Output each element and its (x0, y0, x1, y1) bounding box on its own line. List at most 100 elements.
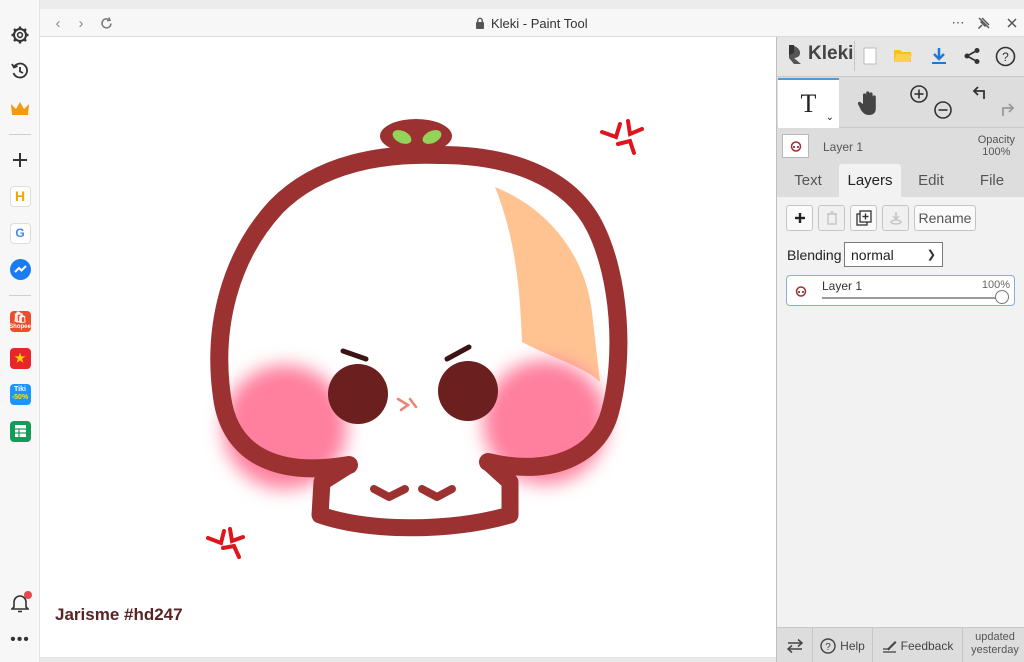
panel-footer: ? Help Feedback updated yesterday (777, 627, 1024, 662)
updated-status[interactable]: updated yesterday (965, 631, 1024, 657)
text-tool-icon: T (800, 89, 817, 118)
current-layer-header: Layer 1 Opacity 100% (777, 128, 1024, 164)
bottom-edge (40, 657, 776, 662)
settings-icon[interactable] (8, 23, 32, 47)
updated-line2: yesterday (971, 644, 1019, 656)
panel-header: Kleki ? (777, 37, 1024, 77)
kleki-logo-icon (789, 45, 801, 64)
lock-icon (476, 17, 484, 29)
layer-opacity-slider[interactable] (822, 297, 1007, 299)
shopee-icon[interactable]: 🛍 Shopee (8, 309, 32, 333)
layer-item-thumbnail (791, 282, 811, 300)
screen: H G 🛍 Shopee ★ Tiki -50% ••• ‹ › Kleki -… (0, 0, 1024, 662)
more-icon[interactable]: ⋯ (948, 13, 968, 33)
delete-layer-button[interactable] (818, 205, 845, 231)
opacity-readout: Opacity 100% (978, 134, 1015, 158)
reload-icon[interactable] (96, 13, 116, 33)
share-icon[interactable] (959, 43, 985, 69)
tiki-label: Tiki (14, 386, 26, 393)
layer-item-opacity: 100% (981, 279, 1010, 291)
layer-item-name: Layer 1 (822, 279, 863, 293)
tool-row: T ⌄ (777, 78, 1024, 128)
help-icon[interactable]: ? (992, 43, 1018, 69)
kleki-logo[interactable]: Kleki (785, 43, 853, 65)
back-icon[interactable]: ‹ (48, 13, 68, 33)
browser-toolbar: ‹ › Kleki - Paint Tool ⋯ (40, 9, 1024, 37)
messenger-icon[interactable] (8, 257, 32, 281)
layer-list-item[interactable]: Layer 1 100% (786, 275, 1015, 306)
redo-icon[interactable] (995, 100, 1015, 120)
more-apps-icon[interactable]: ••• (8, 628, 32, 652)
shopee-label: Shopee (9, 323, 31, 330)
tab-edit[interactable]: Edit (903, 164, 959, 197)
opacity-value: 100% (982, 146, 1011, 158)
zoom-controls (901, 78, 961, 128)
feedback-button[interactable]: Feedback (873, 628, 963, 662)
sheets-icon[interactable] (8, 419, 32, 443)
page-title: Kleki - Paint Tool (491, 15, 588, 31)
add-icon[interactable] (8, 148, 32, 172)
svg-text:?: ? (1002, 50, 1009, 64)
divider (9, 134, 31, 135)
feedback-icon (882, 641, 897, 653)
open-folder-icon[interactable] (890, 43, 916, 69)
tab-text[interactable]: Text (779, 164, 837, 197)
notification-bell-icon[interactable] (8, 591, 32, 615)
blending-select[interactable]: normal ❯ (844, 242, 943, 267)
right-eye (438, 361, 498, 421)
anger-mark-bottom (206, 527, 245, 559)
merge-layer-button[interactable] (882, 205, 909, 231)
duplicate-icon (855, 210, 872, 226)
undo-redo-controls (962, 78, 1024, 128)
left-eye (328, 364, 388, 424)
current-layer-name: Layer 1 (823, 140, 864, 154)
help-label: Help (840, 638, 865, 653)
hand-tool-button[interactable] (839, 78, 899, 128)
download-icon[interactable] (926, 43, 952, 69)
forward-icon[interactable]: › (71, 13, 91, 33)
updated-line1: updated (975, 631, 1015, 643)
zoom-in-icon[interactable] (909, 84, 929, 104)
blending-value: normal (851, 246, 894, 263)
layer-opacity-slider-handle[interactable] (995, 290, 1009, 304)
tiki-badge: -50% (11, 394, 29, 401)
divider (9, 295, 31, 296)
help-button[interactable]: ? Help (813, 628, 873, 662)
layer-thumbnail[interactable] (782, 134, 809, 158)
tab-layers[interactable]: Layers (839, 164, 901, 197)
zoom-out-icon[interactable] (933, 100, 953, 120)
notification-dot (24, 591, 32, 599)
logo-text: Kleki (808, 43, 854, 64)
close-icon[interactable] (1002, 13, 1022, 33)
pin-icon[interactable] (974, 13, 994, 33)
sprout-base (380, 119, 452, 153)
history-icon[interactable] (8, 59, 32, 83)
signature-text: Jarisme #hd247 (55, 605, 183, 624)
tab-file[interactable]: File (961, 164, 1023, 197)
new-file-icon[interactable] (857, 43, 883, 69)
app-h-icon[interactable]: H (8, 184, 32, 208)
chevron-down-icon[interactable]: ⌄ (826, 112, 834, 123)
premium-crown-icon[interactable] (8, 97, 32, 121)
anger-mark-top (600, 119, 644, 155)
undo-icon[interactable] (972, 83, 992, 103)
plus-icon (794, 213, 805, 223)
rename-layer-button[interactable]: Rename (914, 205, 976, 231)
merge-down-icon (889, 212, 902, 225)
duplicate-layer-button[interactable] (850, 205, 877, 231)
swap-icon (786, 638, 803, 653)
drawing-canvas[interactable]: Jarisme #hd247 (40, 37, 776, 657)
swap-side-button[interactable] (777, 628, 813, 662)
text-tool-button[interactable]: T ⌄ (778, 78, 839, 128)
address-bar[interactable]: Kleki - Paint Tool (475, 15, 588, 31)
tab-strip (40, 0, 1024, 9)
app-game-icon[interactable]: ★ (8, 346, 32, 370)
add-layer-button[interactable] (786, 205, 813, 231)
google-icon[interactable]: G (8, 221, 32, 245)
kleki-panel: Kleki ? T ⌄ Layer 1 Opacity 100% Text La… (776, 37, 1024, 662)
app-sidebar: H G 🛍 Shopee ★ Tiki -50% ••• (0, 0, 40, 662)
svg-text:?: ? (825, 642, 831, 653)
feedback-label: Feedback (900, 638, 954, 653)
opacity-label: Opacity (977, 134, 1015, 146)
tiki-icon[interactable]: Tiki -50% (8, 382, 32, 406)
